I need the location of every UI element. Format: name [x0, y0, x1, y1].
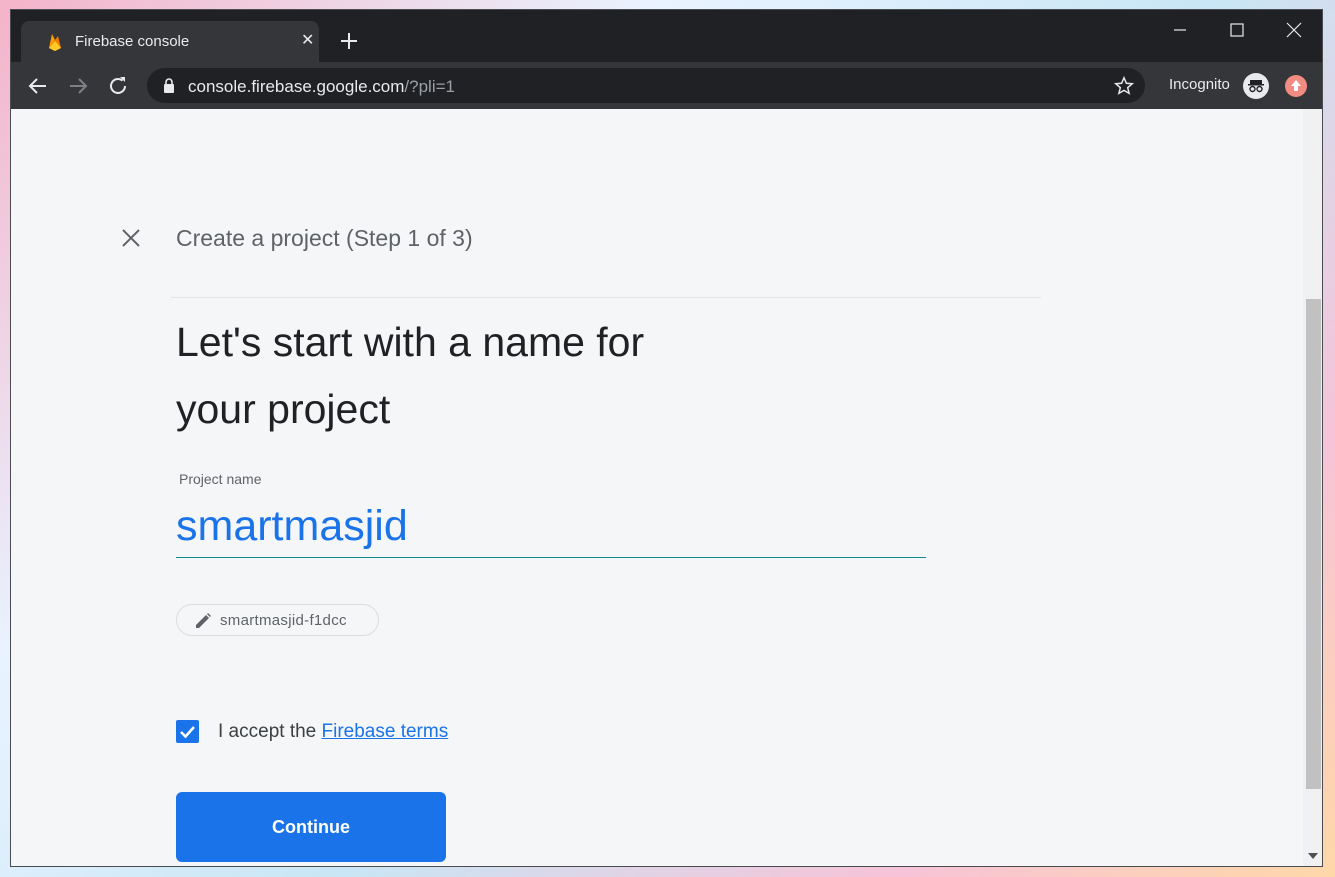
new-tab-icon[interactable] [338, 30, 360, 52]
vertical-scrollbar[interactable] [1303, 109, 1322, 866]
scroll-down-arrow-icon[interactable] [1308, 853, 1318, 859]
project-id-text: smartmasjid-f1dcc [220, 612, 347, 629]
address-bar[interactable]: console.firebase.google.com/?pli=1 [147, 68, 1145, 103]
browser-window: Firebase console ✕ console.firebase.goog… [10, 9, 1323, 867]
divider [171, 297, 1041, 298]
headline-line-2: your project [176, 386, 391, 432]
tab-title: Firebase console [75, 33, 190, 50]
url-path: /?pli=1 [404, 77, 455, 96]
bookmark-star-icon[interactable] [1113, 75, 1135, 97]
close-icon[interactable] [120, 227, 142, 249]
scrollbar-thumb[interactable] [1306, 299, 1321, 789]
url-host: console.firebase.google.com [188, 77, 405, 96]
firebase-flame-icon [49, 34, 61, 51]
maximize-icon[interactable] [1225, 18, 1249, 42]
page-headline: Let's start with a name for your project [176, 309, 876, 443]
tab-close-icon[interactable]: ✕ [301, 33, 314, 49]
incognito-label: Incognito [1169, 76, 1230, 93]
pencil-icon [196, 613, 211, 628]
browser-toolbar: console.firebase.google.com/?pli=1 Incog… [11, 62, 1322, 109]
accept-terms-text: I accept the Firebase terms [218, 721, 448, 743]
page-content: Create a project (Step 1 of 3) Let's sta… [11, 109, 1303, 866]
back-arrow-icon[interactable] [26, 74, 50, 98]
tab-strip: Firebase console ✕ [11, 10, 1322, 62]
update-arrow-icon[interactable] [1285, 75, 1307, 97]
project-id-chip[interactable]: smartmasjid-f1dcc [176, 604, 379, 636]
forward-arrow-icon[interactable] [66, 74, 90, 98]
reload-icon[interactable] [106, 74, 130, 98]
firebase-terms-link[interactable]: Firebase terms [322, 721, 449, 742]
project-name-label: Project name [179, 471, 262, 487]
headline-line-1: Let's start with a name for [176, 319, 645, 365]
step-title: Create a project (Step 1 of 3) [176, 225, 473, 251]
incognito-icon[interactable] [1243, 73, 1269, 99]
tab-firebase-console[interactable]: Firebase console ✕ [21, 21, 319, 62]
continue-button[interactable]: Continue [176, 792, 446, 862]
minimize-icon[interactable] [1168, 18, 1192, 42]
window-close-icon[interactable] [1282, 18, 1306, 42]
lock-icon[interactable] [163, 78, 175, 93]
accept-terms-checkbox[interactable] [176, 720, 199, 743]
accept-terms-prefix: I accept the [218, 721, 322, 742]
project-name-input[interactable] [176, 492, 926, 558]
url-text: console.firebase.google.com/?pli=1 [188, 77, 455, 97]
